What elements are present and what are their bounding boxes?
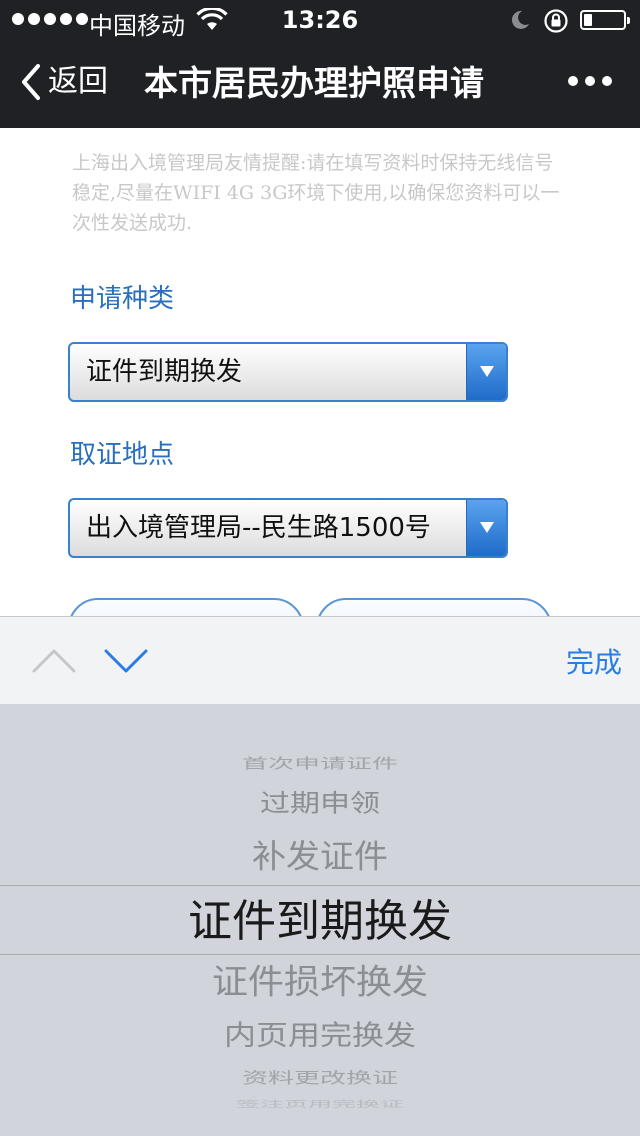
- notice-text: 上海出入境管理局友情提醒:请在填写资料时保持无线信号稳定,尽量在WIFI 4G …: [72, 152, 560, 234]
- form-content: 上海出入境管理局友情提醒:请在填写资料时保持无线信号稳定,尽量在WIFI 4G …: [0, 128, 640, 616]
- picker-option[interactable]: 证件损坏换发: [0, 957, 640, 1008]
- more-options-button[interactable]: [568, 76, 612, 86]
- nav-bar: 返回 本市居民办理护照申请: [0, 40, 640, 128]
- do-not-disturb-icon: [511, 10, 529, 29]
- dropdown-arrow-icon: [466, 344, 506, 400]
- battery-icon: [580, 10, 630, 30]
- picker-option[interactable]: 资料更改换证: [0, 1066, 640, 1090]
- action-button-right[interactable]: [316, 598, 552, 616]
- next-field-button[interactable]: [104, 647, 148, 675]
- application-type-picker[interactable]: 首次申请证件 过期申领 补发证件 证件到期换发 证件损坏换发 内页用完换发 资料…: [0, 704, 640, 1136]
- picker-option[interactable]: 签注页用完换证: [0, 1098, 640, 1111]
- top-bar: 中国移动 13:26 返回 本市居民办理护照申请: [0, 0, 640, 128]
- action-button-left[interactable]: [68, 598, 304, 616]
- picker-option[interactable]: 首次申请证件: [0, 753, 640, 775]
- application-type-value: 证件到期换发: [86, 357, 243, 387]
- status-bar: 中国移动 13:26: [0, 0, 640, 40]
- rotation-lock-icon: [544, 9, 568, 33]
- chevron-left-icon: [22, 64, 40, 100]
- picker-selection-top-line: [0, 885, 640, 886]
- previous-field-button[interactable]: [32, 647, 76, 675]
- keyboard-accessory-bar: 完成: [0, 616, 640, 704]
- more-dots-icon: [568, 76, 578, 86]
- application-type-label: 申请种类: [70, 284, 175, 314]
- pickup-location-select[interactable]: 出入境管理局--民生路1500号: [68, 498, 508, 558]
- application-type-select[interactable]: 证件到期换发: [68, 342, 508, 402]
- back-label: 返回: [48, 64, 108, 99]
- picker-option[interactable]: 过期申领: [0, 786, 640, 822]
- picker-selected-option[interactable]: 证件到期换发: [0, 890, 640, 954]
- pickup-location-value: 出入境管理局--民生路1500号: [86, 513, 431, 543]
- dropdown-arrow-icon: [466, 500, 506, 556]
- done-button[interactable]: 完成: [566, 641, 622, 681]
- pickup-location-label: 取证地点: [70, 440, 175, 470]
- back-button[interactable]: 返回: [18, 62, 108, 102]
- page-title: 本市居民办理护照申请: [144, 64, 484, 104]
- picker-selection-bottom-line: [0, 954, 640, 955]
- picker-option[interactable]: 内页用完换发: [0, 1015, 640, 1054]
- picker-option[interactable]: 补发证件: [0, 833, 640, 881]
